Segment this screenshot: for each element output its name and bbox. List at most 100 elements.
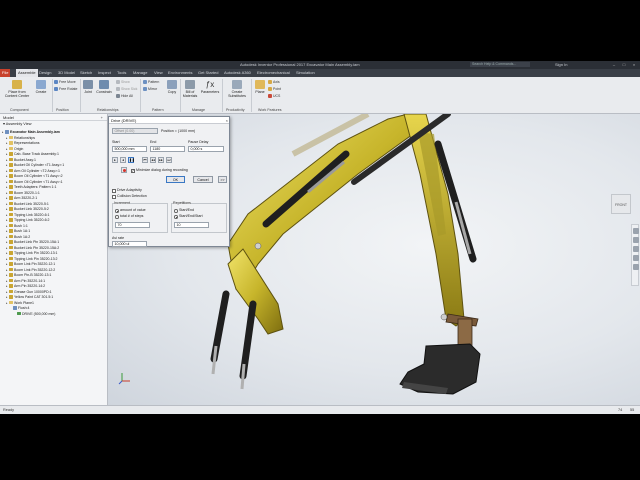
- sign-in-link[interactable]: Sign In: [555, 61, 567, 69]
- constrain-icon: [99, 80, 109, 89]
- pattern-button[interactable]: Pattern: [143, 80, 159, 85]
- rewind-start-icon[interactable]: ⏮: [142, 157, 148, 163]
- minimize-icon[interactable]: –: [609, 61, 619, 69]
- document-icon: [13, 306, 17, 310]
- start-end-radio[interactable]: [174, 209, 178, 213]
- free-rotate-button[interactable]: Free Rotate: [54, 87, 77, 92]
- tab-sketch[interactable]: Sketch: [78, 69, 94, 77]
- tab-file[interactable]: File: [0, 69, 11, 77]
- tab-inspect[interactable]: Inspect: [96, 69, 113, 77]
- axis-icon: [268, 80, 272, 85]
- fx-icon: ƒx: [205, 80, 215, 89]
- status-bar: Ready 74 55: [0, 405, 640, 414]
- mirror-button[interactable]: Mirror: [143, 87, 157, 92]
- folder-icon: [9, 300, 13, 304]
- plane-button[interactable]: Plane: [254, 80, 266, 94]
- zoom-icon[interactable]: [632, 237, 639, 243]
- part-icon: [9, 223, 13, 227]
- tab-get-started[interactable]: Get Started: [196, 69, 220, 77]
- tab-view[interactable]: View: [152, 69, 165, 77]
- part-icon: [9, 185, 13, 189]
- tab-tools[interactable]: Tools: [115, 69, 128, 77]
- tab-assemble[interactable]: Assemble: [16, 69, 38, 77]
- tab-environments[interactable]: Environments: [166, 69, 194, 77]
- bill-of-materials-button[interactable]: Bill of Materials: [182, 80, 198, 98]
- pause-icon[interactable]: ❚❚: [128, 157, 135, 163]
- create-button[interactable]: Create: [33, 80, 49, 94]
- start-end-start-radio[interactable]: [174, 215, 178, 219]
- part-icon: [9, 295, 13, 299]
- step-reverse-icon[interactable]: ◂◂: [150, 157, 156, 163]
- close-icon[interactable]: ×: [629, 61, 639, 69]
- browser-node-label: Arm Pin 35220-14:1: [14, 278, 46, 283]
- increment-label: Increment: [114, 201, 130, 205]
- panel-label-relationships: Relationships: [97, 108, 119, 112]
- drive-dialog: Drive (DRIVE) × Offset (0.00) Position =…: [108, 116, 230, 247]
- show-sick-button[interactable]: Show Sick: [116, 87, 137, 92]
- ucs-button[interactable]: UCS: [268, 94, 280, 99]
- pause-delay-field[interactable]: 0,000 s: [188, 146, 224, 152]
- tab-electromechanical[interactable]: Electromechanical: [255, 69, 292, 77]
- browser-view-selector[interactable]: ▾ Assembly View: [0, 121, 107, 128]
- create-substitutes-button[interactable]: Create Substitutes: [225, 80, 249, 98]
- joint-button[interactable]: Joint: [82, 80, 94, 94]
- maximize-icon[interactable]: □: [619, 61, 629, 69]
- pin: [440, 313, 448, 321]
- repetitions-field[interactable]: 10: [174, 222, 209, 228]
- start-field[interactable]: 500,000 mm: [112, 146, 147, 152]
- axis-button[interactable]: Axis: [268, 80, 280, 85]
- browser-node-label: Bucket Link Pin 35220-15A:2: [14, 245, 60, 250]
- record-icon[interactable]: [121, 167, 127, 173]
- point-button[interactable]: Point: [268, 87, 281, 92]
- parameters-button[interactable]: ƒx Parameters: [200, 80, 220, 94]
- pan-icon[interactable]: [632, 228, 639, 234]
- orbit-icon[interactable]: [632, 246, 639, 252]
- bucket-cylinder-rod: [454, 201, 472, 255]
- part-icon: [9, 190, 13, 194]
- place-button[interactable]: Place from Content Center: [4, 80, 30, 98]
- part-icon: [9, 267, 13, 271]
- total-steps-radio[interactable]: [115, 215, 119, 219]
- drive-adaptivity-checkbox[interactable]: [112, 189, 116, 193]
- browser-node[interactable]: DRIVE (500,000 mm): [0, 311, 107, 318]
- tab-manage[interactable]: Manage: [131, 69, 149, 77]
- reverse-icon[interactable]: ◂: [120, 157, 126, 163]
- view-cube[interactable]: FRONT: [611, 194, 631, 214]
- amount-of-value-radio[interactable]: [115, 209, 119, 213]
- forward-icon[interactable]: ▸: [112, 157, 118, 163]
- end-field[interactable]: 1180: [150, 146, 185, 152]
- cancel-button[interactable]: Cancel: [193, 176, 213, 183]
- repetitions-label: Repetitions: [173, 201, 191, 205]
- steering-wheel-icon[interactable]: [632, 264, 639, 270]
- forward-end-icon[interactable]: ⏭: [166, 157, 172, 163]
- browser-add-icon[interactable]: +: [101, 114, 103, 121]
- tab-3d-model[interactable]: 3D Model: [56, 69, 77, 77]
- constrain-button[interactable]: Constrain: [95, 80, 113, 94]
- look-at-icon[interactable]: [632, 255, 639, 261]
- step-forward-icon[interactable]: ▸▸: [158, 157, 164, 163]
- part-icon: [9, 234, 13, 238]
- help-search-input[interactable]: Search Help & Commands...: [470, 62, 530, 67]
- copy-button[interactable]: Copy: [166, 80, 178, 94]
- tab-autodesk-a360[interactable]: Autodesk A360: [222, 69, 253, 77]
- tab-simulation[interactable]: Simulation: [294, 69, 317, 77]
- increment-field[interactable]: 70: [115, 222, 150, 228]
- start-end-start-label: Start/End/Start: [179, 214, 203, 218]
- ribbon-separator: [140, 79, 141, 112]
- browser-node-label: DRIVE (500,000 mm): [22, 311, 56, 316]
- free-move-button[interactable]: Free Move: [54, 80, 76, 85]
- avi-rate-field[interactable]: 10,000 ul: [112, 241, 147, 247]
- show-button[interactable]: Show: [116, 80, 130, 85]
- browser-node-label: Teeth Adapters: Pattern 1:1: [14, 185, 57, 189]
- browser-node-label: Tipping Link Pin 35220-13:1: [14, 251, 58, 255]
- dialog-close-icon[interactable]: ×: [226, 117, 228, 124]
- minimize-dialog-checkbox[interactable]: [131, 168, 135, 173]
- collision-detection-checkbox[interactable]: [112, 195, 116, 199]
- pin: [254, 242, 262, 250]
- browser-node-label: Boom Link Pin 35220-12:1: [14, 262, 56, 266]
- hide-all-button[interactable]: Hide All: [116, 94, 133, 99]
- tab-design[interactable]: Design: [37, 69, 53, 77]
- more-button[interactable]: >>: [218, 176, 227, 183]
- ribbon-separator: [222, 79, 223, 112]
- ok-button[interactable]: OK: [166, 176, 185, 183]
